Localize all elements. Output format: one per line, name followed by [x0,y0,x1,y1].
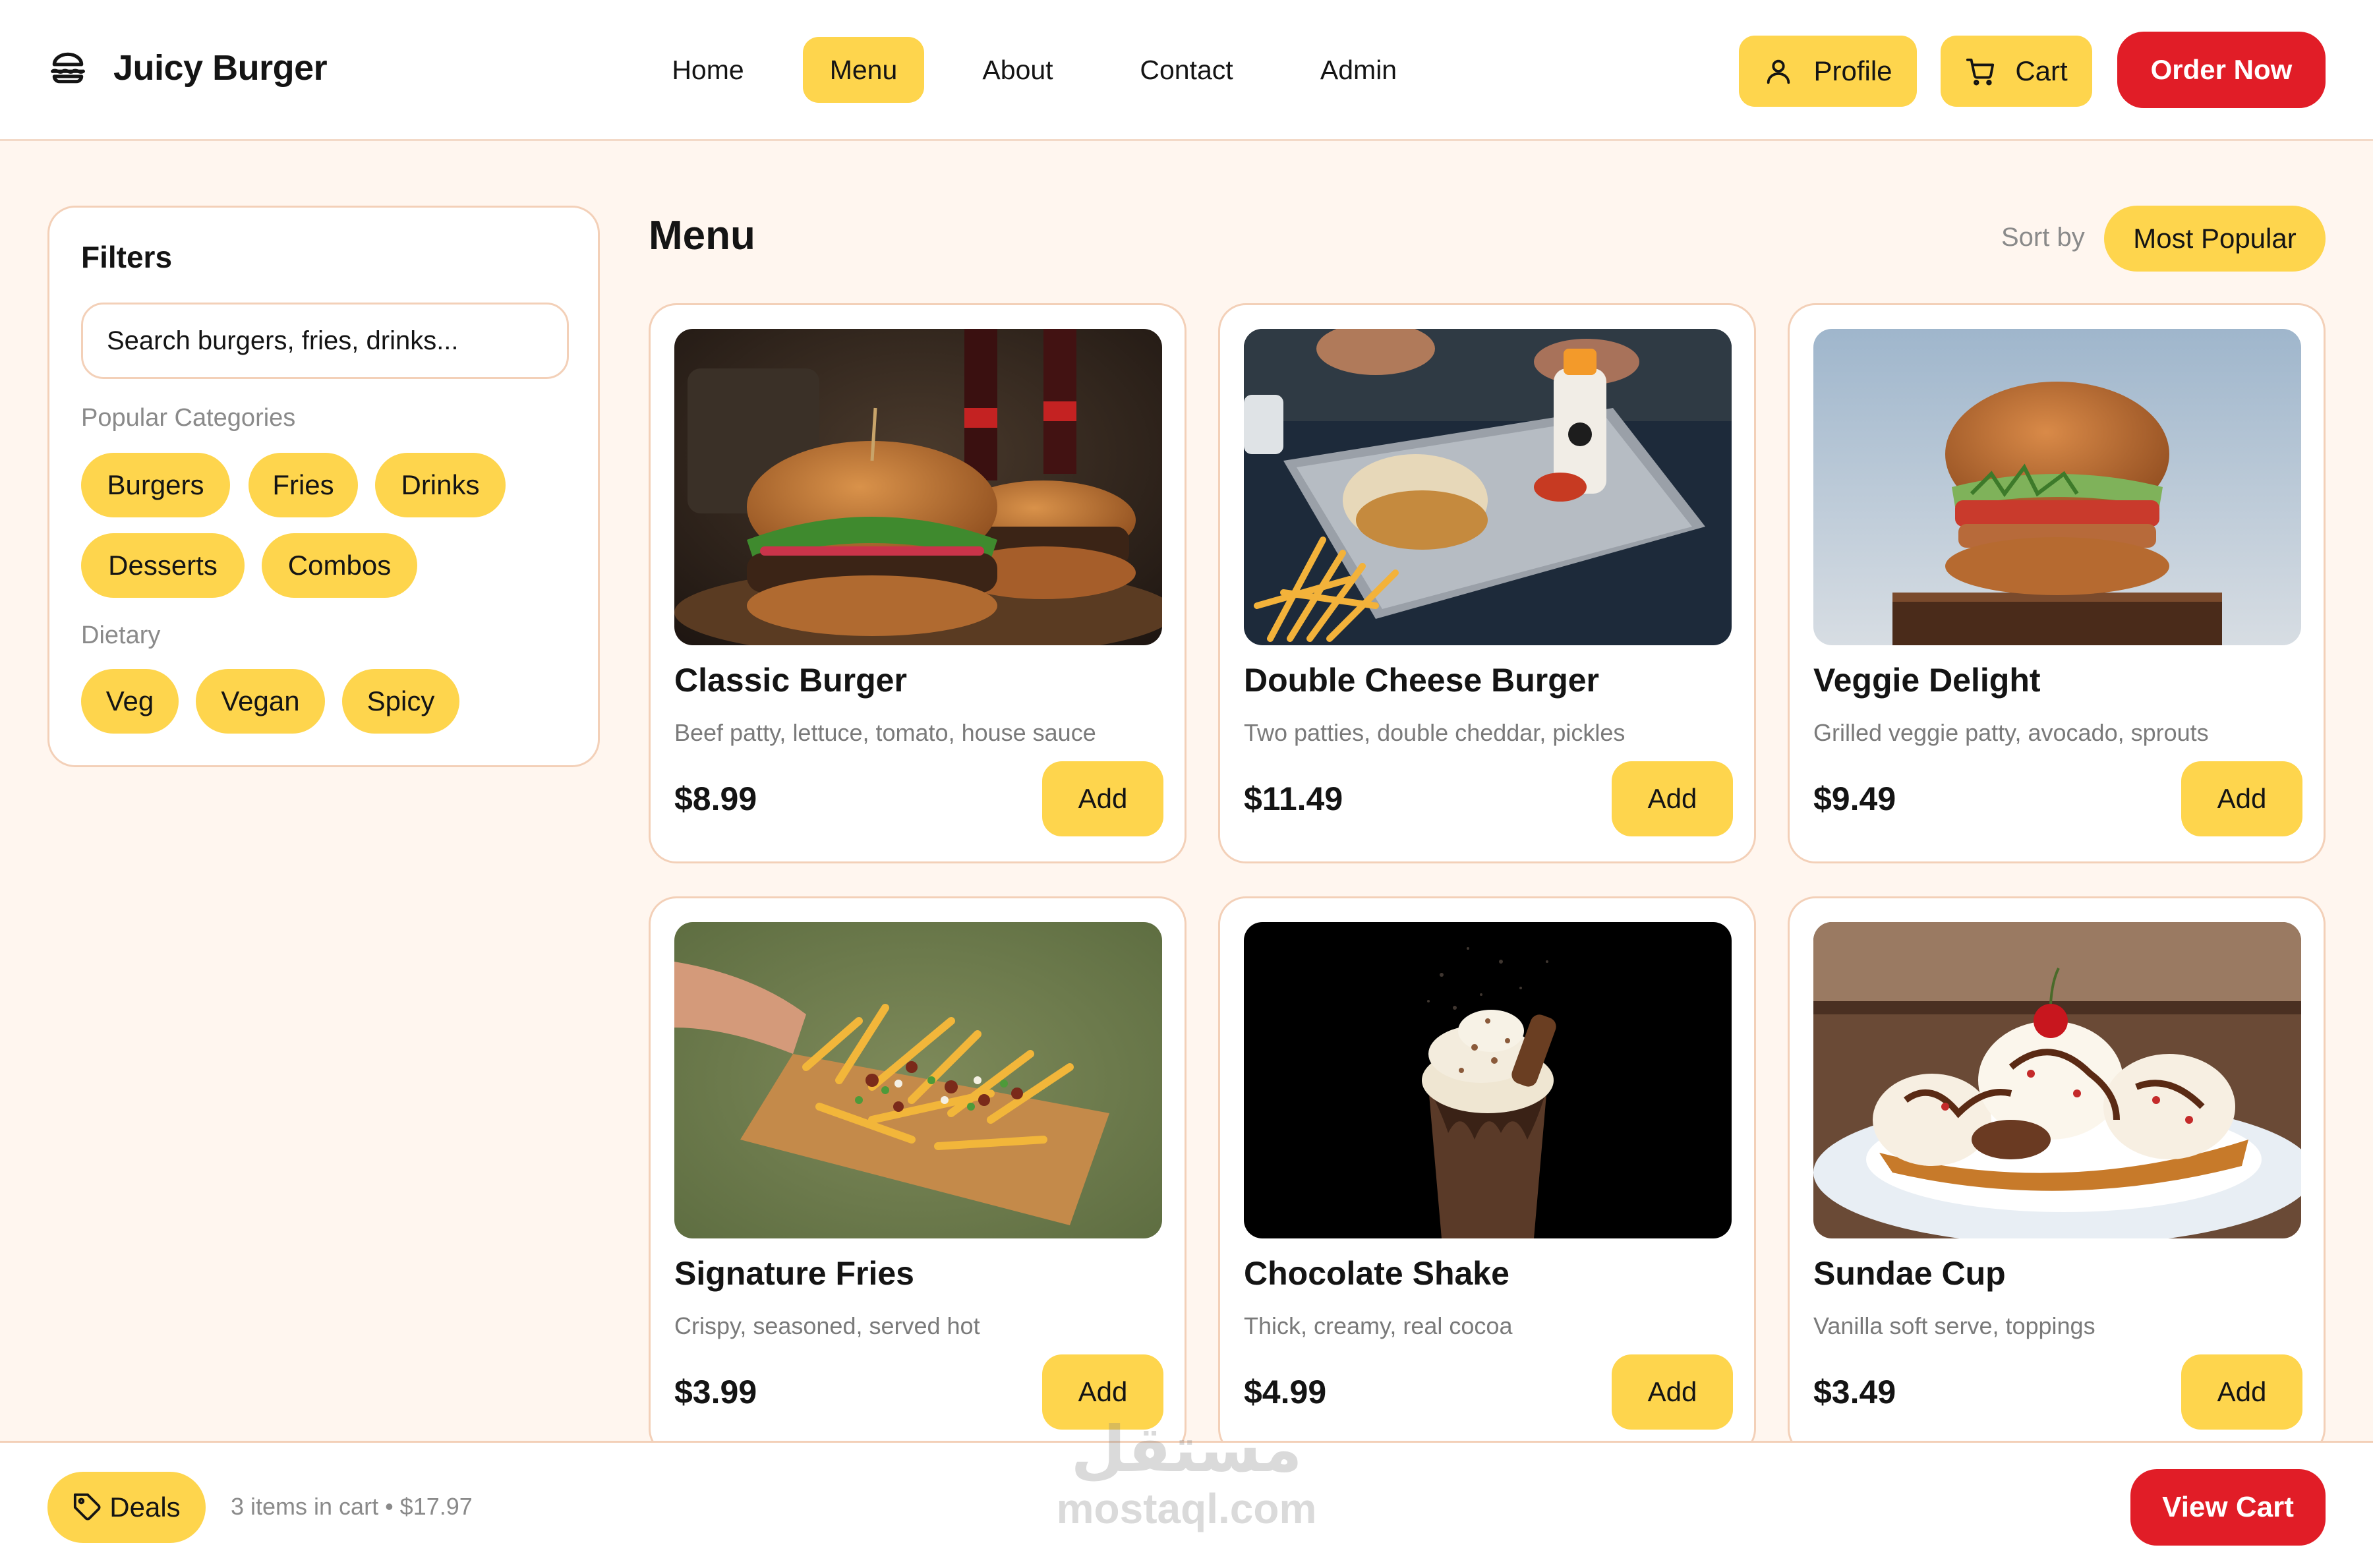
product-price: $8.99 [674,780,757,817]
product-name: Veggie Delight [1813,662,2041,699]
product-price: $3.49 [1813,1374,1896,1410]
order-now-button[interactable]: Order Now [2117,32,2326,108]
category-chip-drinks[interactable]: Drinks [375,453,506,517]
product-description: Grilled veggie patty, avocado, sprouts [1813,719,2209,746]
product-name: Double Cheese Burger [1244,662,1600,699]
watermark-text: mostaql.com [1056,1485,1317,1532]
cart-icon [1966,58,1995,86]
add-to-cart-button[interactable]: Add [1612,1354,1733,1430]
chocolate-shake-photo [1244,922,1732,1238]
product-description: Beef patty, lettuce, tomato, house sauce [674,719,1096,746]
product-card[interactable]: Double Cheese Burger Two patties, double… [1218,303,1756,863]
sort-dropdown[interactable]: Most Popular [2104,206,2326,272]
popular-categories-label: Popular Categories [81,404,296,432]
nav-admin[interactable]: Admin [1296,37,1421,103]
deals-button[interactable]: Deals [47,1472,206,1543]
deals-label: Deals [109,1492,181,1523]
view-cart-button[interactable]: View Cart [2130,1469,2326,1546]
product-price: $9.49 [1813,780,1896,817]
cart-button[interactable]: Cart [1941,36,2092,107]
dietary-chip-veg[interactable]: Veg [81,669,179,734]
nav-contact[interactable]: Contact [1115,37,1258,103]
product-card[interactable]: Chocolate Shake Thick, creamy, real coco… [1218,896,1756,1457]
category-chip-combos[interactable]: Combos [262,533,417,598]
nav-about[interactable]: About [964,37,1072,103]
add-to-cart-button[interactable]: Add [2181,1354,2302,1430]
watermark-mark: مستقل [1070,1412,1303,1486]
profile-label: Profile [1813,55,1892,86]
product-card[interactable]: Signature Fries Crispy, seasoned, served… [649,896,1186,1457]
loaded-fries-photo [674,922,1162,1238]
cart-summary: 3 items in cart • $17.97 [231,1493,473,1520]
search-input[interactable] [81,303,569,379]
product-price: $3.99 [674,1374,757,1410]
classic-burger-photo [674,329,1162,645]
add-to-cart-button[interactable]: Add [2181,761,2302,836]
double-cheese-burger-photo [1244,329,1732,645]
watermark: مستقل mostaql.com [1028,1413,1345,1545]
veggie-burger-photo [1813,329,2301,645]
nav-home[interactable]: Home [653,37,763,103]
user-icon [1767,59,1790,84]
product-description: Thick, creamy, real cocoa [1244,1312,1513,1339]
product-description: Vanilla soft serve, toppings [1813,1312,2095,1339]
category-chip-desserts[interactable]: Desserts [81,533,245,598]
nav-menu[interactable]: Menu [803,37,924,103]
category-chip-burgers[interactable]: Burgers [81,453,230,517]
dietary-label: Dietary [81,622,161,649]
product-price: $11.49 [1244,780,1343,817]
product-name: Classic Burger [674,662,907,699]
product-card[interactable]: Veggie Delight Grilled veggie patty, avo… [1788,303,2326,863]
product-name: Chocolate Shake [1244,1255,1509,1292]
tag-icon [74,1493,101,1521]
product-card[interactable]: Sundae Cup Vanilla soft serve, toppings … [1788,896,2326,1457]
product-card[interactable]: Classic Burger Beef patty, lettuce, toma… [649,303,1186,863]
filters-panel: Filters Popular Categories Burgers Fries… [47,206,600,767]
page-title: Menu [649,213,755,258]
category-chip-fries[interactable]: Fries [249,453,358,517]
top-header: Juicy Burger Home Menu About Contact Adm… [0,0,2373,141]
dietary-chip-vegan[interactable]: Vegan [196,669,325,734]
product-name: Sundae Cup [1813,1255,2006,1292]
filters-title: Filters [81,240,173,274]
add-to-cart-button[interactable]: Add [1042,761,1163,836]
sundae-photo [1813,922,2301,1238]
sort-label: Sort by [2001,223,2085,252]
product-name: Signature Fries [674,1255,914,1292]
add-to-cart-button[interactable]: Add [1612,761,1733,836]
dietary-chip-spicy[interactable]: Spicy [342,669,459,734]
product-price: $4.99 [1244,1374,1327,1410]
cart-label: Cart [2015,55,2068,86]
profile-button[interactable]: Profile [1739,36,1917,107]
product-description: Two patties, double cheddar, pickles [1244,719,1626,746]
product-description: Crispy, seasoned, served hot [674,1312,980,1339]
